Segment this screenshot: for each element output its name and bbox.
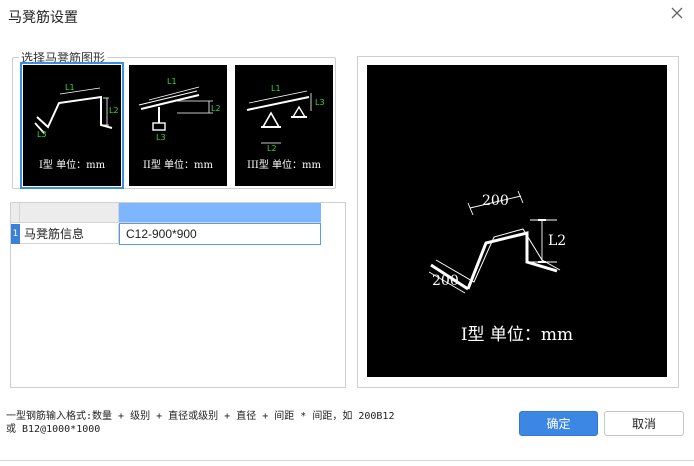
- close-icon[interactable]: [670, 6, 684, 20]
- grid-corner-cell: [11, 203, 20, 223]
- shape-option-type-2[interactable]: L1 L2 L3 II型 单位：mm: [129, 65, 227, 186]
- type-2-l3-label: L3: [156, 133, 166, 142]
- preview-right-dim: L2: [548, 233, 567, 249]
- shape-option-type-1[interactable]: L1 L2 L3 I型 单位：mm: [20, 62, 124, 189]
- type-2-l1-label: L1: [167, 77, 177, 86]
- window-title: 马凳筋设置: [8, 10, 78, 26]
- cancel-button[interactable]: 取消: [604, 411, 684, 436]
- type-1-l1-label: L1: [65, 83, 75, 92]
- type-1-l2-label: L2: [109, 106, 119, 115]
- type-2-caption: II型 单位：mm: [142, 160, 214, 171]
- preview-caption: I型 单位：mm: [460, 325, 574, 345]
- format-hint-line-1: 一型钢筋输入格式:数量 + 级别 + 直径或级别 + 直径 + 间距 * 间距，…: [6, 411, 395, 422]
- preview-bottom-dim: 200: [432, 273, 459, 289]
- type-3-l2-label: L2: [267, 144, 277, 153]
- type-1-caption: I型 单位：mm: [38, 160, 106, 171]
- ok-button[interactable]: 确定: [519, 411, 598, 436]
- bottom-divider: [0, 460, 694, 461]
- type-3-caption: III型 单位：mm: [247, 160, 321, 171]
- grid-row-number: 1: [11, 224, 20, 244]
- type-1-l3-label: L3: [37, 130, 47, 139]
- type-3-l3-label: L3: [315, 98, 325, 107]
- grid-row-label: 马凳筋信息: [20, 224, 119, 244]
- shape-group-legend: 选择马凳筋图形: [21, 51, 106, 65]
- format-hint-line-2: 或 B12@1000*1000: [6, 424, 101, 435]
- grid-row-value[interactable]: C12-900*900: [119, 223, 321, 245]
- preview-top-dim: 200: [482, 193, 509, 209]
- type-2-l2-label: L2: [211, 104, 221, 113]
- grid-header-name: [20, 203, 119, 223]
- shape-preview: 200 L2 200 I型 单位：mm: [367, 65, 667, 377]
- type-3-l1-label: L1: [271, 84, 281, 93]
- shape-option-type-3[interactable]: L1 L3 L2 III型 单位：mm: [235, 65, 333, 186]
- format-hint: 一型钢筋输入格式:数量 + 级别 + 直径或级别 + 直径 + 间距 * 间距，…: [6, 410, 476, 436]
- grid-header-value: [119, 203, 321, 223]
